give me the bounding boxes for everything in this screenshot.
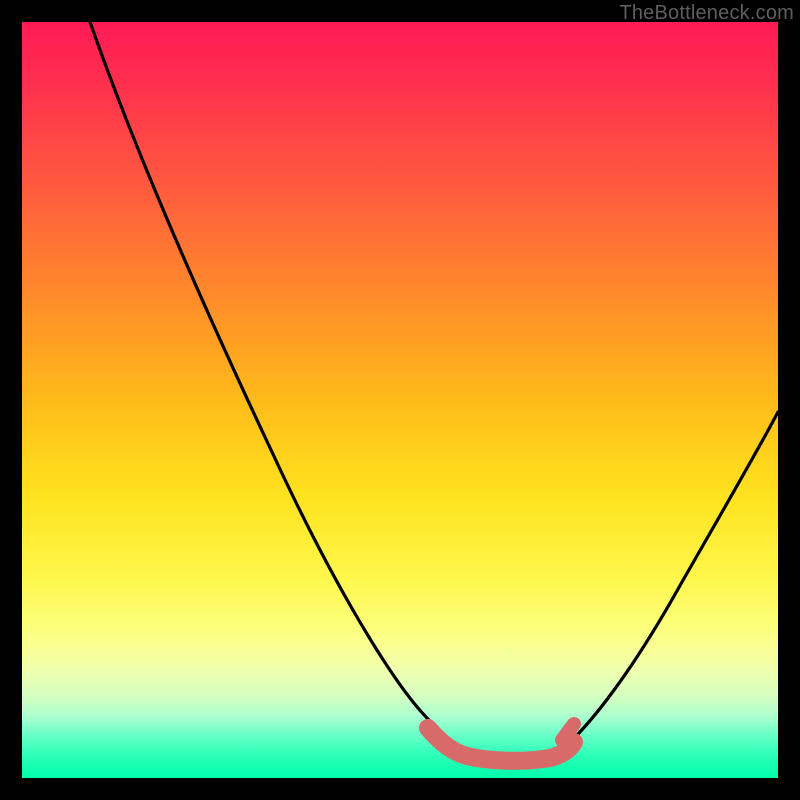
curve-left-branch (90, 22, 462, 748)
chart-stage: TheBottleneck.com (0, 0, 800, 800)
curve-right-branch (566, 412, 778, 746)
valley-marker-band (428, 728, 574, 761)
plot-area (22, 22, 778, 778)
curve-layer (22, 22, 778, 778)
valley-marker-right-tick (562, 724, 574, 740)
watermark-text: TheBottleneck.com (619, 2, 794, 25)
